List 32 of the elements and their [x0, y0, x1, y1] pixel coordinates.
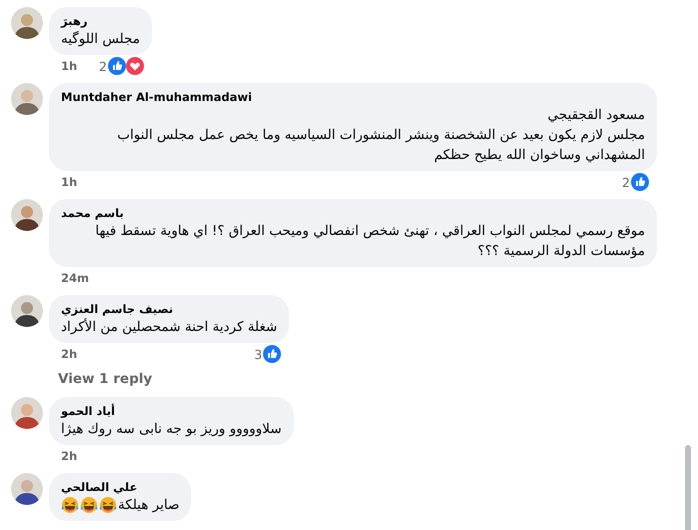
avatar[interactable] [11, 473, 43, 505]
reaction-count[interactable]: 2 [99, 58, 107, 74]
view-replies-link[interactable]: View 1 reply [58, 371, 152, 387]
avatar[interactable] [11, 295, 43, 327]
reaction-count[interactable]: 2 [622, 174, 630, 190]
comment-text: شغلة كردية احنة شمحصلين من الأكراد [61, 317, 278, 337]
timestamp[interactable]: 2h [61, 449, 78, 463]
timestamp[interactable]: 1h [61, 175, 78, 189]
reaction-count[interactable]: 3 [254, 346, 262, 362]
avatar[interactable] [11, 83, 43, 115]
comment-text: مجلس لازم يكون بعيد عن الشخصنة وينشر المنشورات السياسيه وما يخص عمل مجلس النواب المشهداني وساخوان الله يطيح حظكم [116, 126, 645, 165]
avatar[interactable] [11, 7, 43, 39]
avatar[interactable] [11, 397, 43, 429]
timestamp[interactable]: 2h [61, 347, 78, 361]
author-name[interactable]: Muntdaher Al-muhammadawi [61, 89, 645, 105]
author-name[interactable]: أياد الحمو [61, 403, 282, 419]
timestamp[interactable]: 1h [61, 59, 78, 73]
comment-text: سلاووووو وريز بو جه نابى سه روك هيژا [61, 420, 282, 439]
like-icon[interactable] [263, 345, 282, 363]
avatar[interactable] [11, 199, 43, 231]
author-name[interactable]: نصيف جاسم العنزي [61, 301, 278, 317]
comment-text: صاير هيلكة [118, 496, 180, 515]
author-name[interactable]: علي الصالحي [61, 479, 180, 495]
timestamp[interactable]: 24m [61, 271, 89, 285]
comment-text: موقع رسمي لمجلس النواب العراقي ، تهنئ شخص انفصالي وميحب العراق ؟! اي هاوية تسقط فيها مؤسسات الدولة الرسمية ؟؟؟ [94, 222, 645, 261]
comment-text: مجلس اللوگيه [61, 30, 140, 49]
author-name[interactable]: باسم محمد [61, 205, 645, 221]
author-name[interactable]: رهبرَ [61, 13, 140, 29]
like-icon[interactable] [108, 57, 126, 75]
scrollbar-thumb[interactable] [685, 445, 691, 530]
like-icon[interactable] [631, 173, 649, 191]
comment-text: مسعود القجقيجي [548, 106, 645, 125]
